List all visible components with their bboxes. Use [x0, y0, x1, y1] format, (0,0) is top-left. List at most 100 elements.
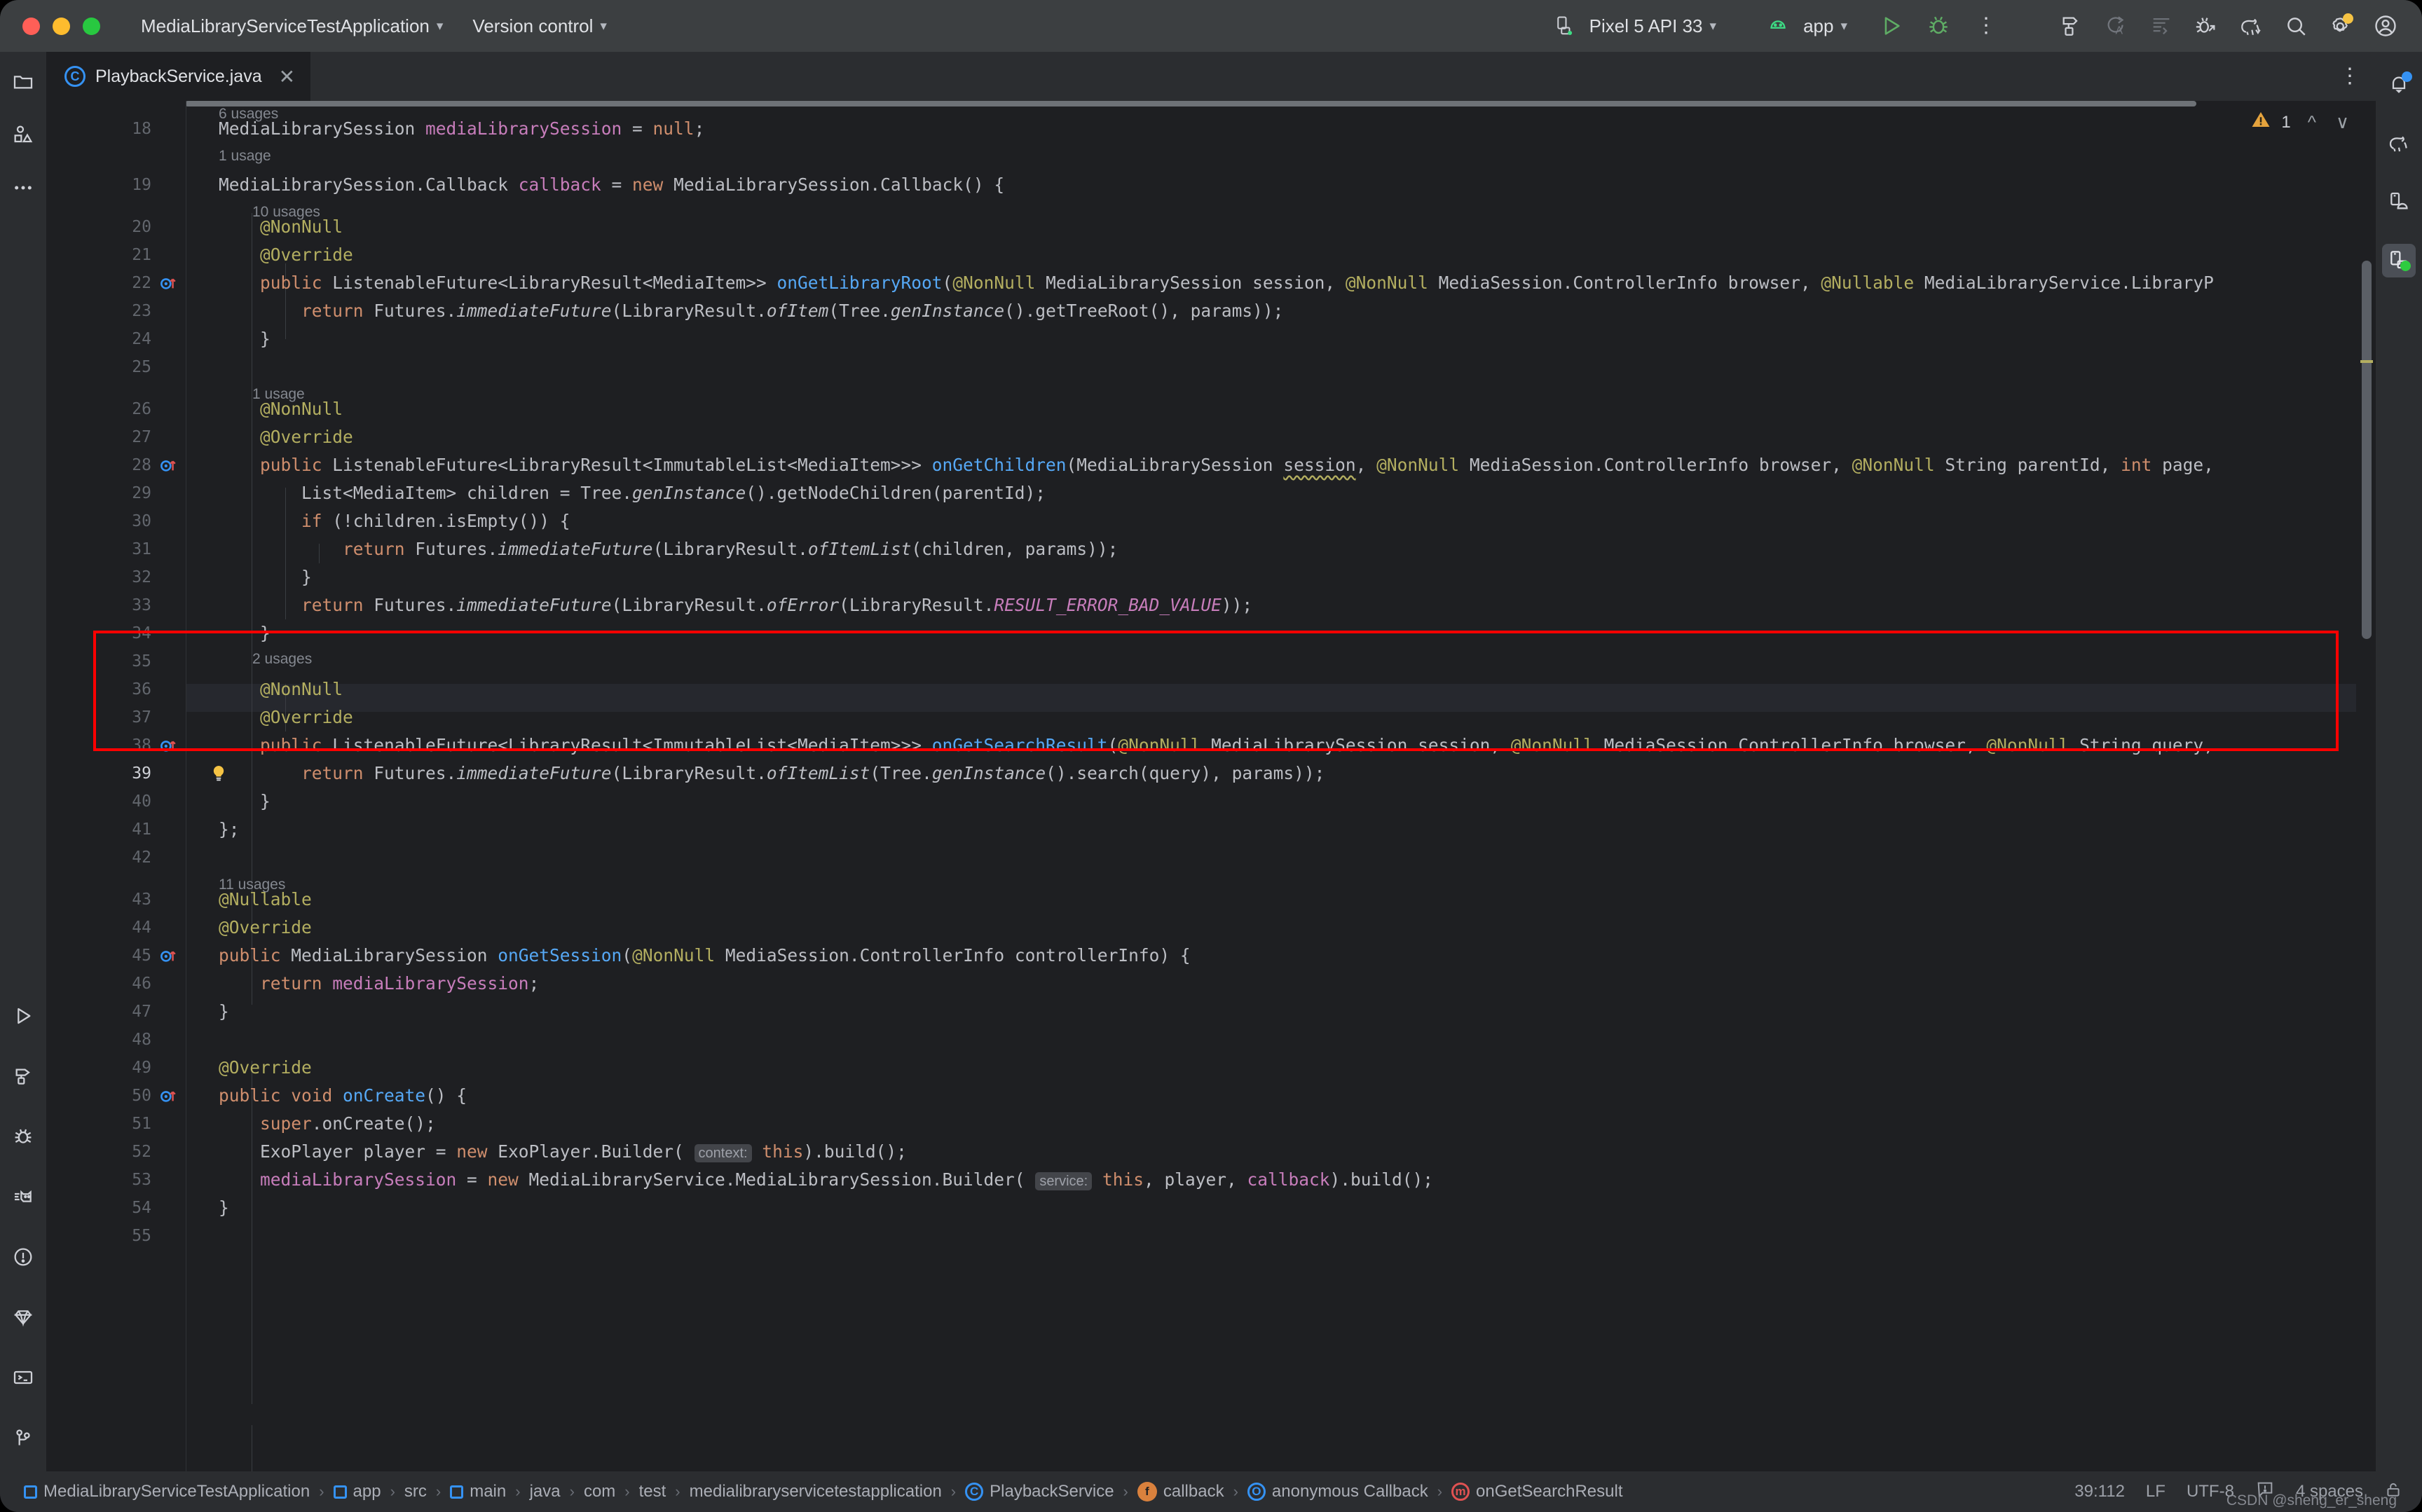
code-row-54[interactable]: 54 } [46, 1194, 2376, 1222]
breadcrumb-item-project[interactable]: MediaLibraryServiceTestApplication [20, 1482, 314, 1501]
code-row-21[interactable]: 21 @Override [46, 241, 2376, 269]
override-method-icon[interactable] [158, 948, 177, 966]
commit-shapes-icon[interactable] [6, 118, 40, 151]
more-dots-icon[interactable] [6, 171, 40, 205]
code-row-50[interactable]: 50 public void onCreate() { [46, 1082, 2376, 1110]
gradle-elephant-icon[interactable] [2382, 126, 2416, 160]
chevron-down-icon[interactable]: ∨ [2336, 111, 2349, 133]
code-row-20[interactable]: 20 @NonNull [46, 213, 2376, 241]
override-method-icon[interactable] [158, 458, 177, 476]
code-row-53[interactable]: 53 mediaLibrarySession = new MediaLibrar… [46, 1166, 2376, 1194]
project-selector[interactable]: MediaLibraryServiceTestApplication ▾ [131, 9, 453, 43]
code-row-36[interactable]: 36 @NonNull [46, 675, 2376, 703]
breadcrumb-item-field[interactable]: fcallback [1133, 1482, 1229, 1501]
running-devices-icon[interactable] [2382, 244, 2416, 277]
breadcrumb-item-class[interactable]: CPlaybackService [961, 1482, 1118, 1501]
warning-stripe-mark[interactable] [2360, 360, 2373, 363]
run-button[interactable] [1873, 8, 1909, 44]
code-row-31[interactable]: 31 return Futures.immediateFuture(Librar… [46, 535, 2376, 563]
settings-gear-icon[interactable] [2322, 8, 2359, 44]
code-row-48[interactable]: 48 [46, 1026, 2376, 1054]
debug-bug-icon[interactable] [6, 1120, 40, 1153]
breadcrumb-item-src[interactable]: src [400, 1482, 431, 1501]
more-vertical-icon[interactable]: ⋮ [2339, 70, 2360, 83]
breadcrumb-item-com[interactable]: com [580, 1482, 620, 1501]
line-separator[interactable]: LF [2146, 1482, 2166, 1501]
override-method-icon[interactable] [158, 1088, 177, 1106]
code-row-42[interactable]: 42 [46, 844, 2376, 872]
close-window-button[interactable] [22, 18, 40, 35]
close-icon[interactable]: ✕ [279, 65, 295, 88]
code-row-29[interactable]: 29 List<MediaItem> children = Tree.genIn… [46, 479, 2376, 507]
apply-code-changes-button[interactable] [2143, 8, 2180, 44]
code-row-25[interactable]: 25 [46, 353, 2376, 381]
usages-hint[interactable]: 1 usage [219, 144, 271, 168]
code-row-32[interactable]: 32 } [46, 563, 2376, 591]
gradle-sync-button[interactable] [2233, 8, 2269, 44]
code-row-55[interactable]: 55 [46, 1222, 2376, 1250]
usages-hint[interactable]: 2 usages [252, 647, 312, 671]
code-row-19[interactable]: 19 MediaLibrarySession.Callback callback… [46, 171, 2376, 199]
apply-changes-button[interactable]: A [2098, 8, 2135, 44]
minimize-window-button[interactable] [53, 18, 70, 35]
search-everywhere-button[interactable] [2278, 8, 2314, 44]
make-project-button[interactable] [2053, 8, 2090, 44]
logcat-cat-icon[interactable] [6, 1180, 40, 1214]
breadcrumb-item-main[interactable]: main [446, 1482, 510, 1501]
debug-button[interactable] [1920, 8, 1957, 44]
error-stripe[interactable] [2356, 101, 2376, 1471]
code-row-45[interactable]: 45 public MediaLibrarySession onGetSessi… [46, 942, 2376, 970]
notifications-bell-icon[interactable] [2382, 67, 2416, 101]
code-row-24[interactable]: 24 } [46, 325, 2376, 353]
override-method-icon[interactable] [158, 275, 177, 294]
override-method-icon[interactable] [158, 738, 177, 756]
run-play-icon[interactable] [6, 999, 40, 1033]
project-folder-icon[interactable] [6, 64, 40, 98]
vertical-scroll-thumb[interactable] [2362, 261, 2372, 639]
breadcrumb-item-java[interactable]: java [526, 1482, 565, 1501]
git-branch-icon[interactable] [6, 1421, 40, 1455]
code-row-34[interactable]: 34 } [46, 619, 2376, 647]
code-row-38[interactable]: 38 public ListenableFuture<LibraryResult… [46, 731, 2376, 760]
code-row-27[interactable]: 27 @Override [46, 423, 2376, 451]
device-manager-icon[interactable] [2382, 185, 2416, 219]
breadcrumb-item-method[interactable]: monGetSearchResult [1447, 1482, 1627, 1501]
code-row-40[interactable]: 40 } [46, 788, 2376, 816]
version-control-menu[interactable]: Version control ▾ [463, 9, 617, 43]
inspections-widget[interactable]: 1 ^ ∨ [2250, 109, 2349, 135]
build-hammer-icon[interactable] [6, 1059, 40, 1093]
zoom-window-button[interactable] [83, 18, 100, 35]
editor-tab-playbackservice[interactable]: C PlaybackService.java ✕ [46, 52, 310, 101]
code-row-49[interactable]: 49 @Override [46, 1054, 2376, 1082]
code-editor[interactable]: 6 usages 18 MediaLibrarySession mediaLib… [46, 101, 2376, 1471]
code-row-52[interactable]: 52 ExoPlayer player = new ExoPlayer.Buil… [46, 1138, 2376, 1166]
device-selector[interactable]: Pixel 5 API 33 ▾ [1536, 9, 1726, 43]
breadcrumb-item-test[interactable]: test [635, 1482, 671, 1501]
code-row-28[interactable]: 28 public ListenableFuture<LibraryResult… [46, 451, 2376, 479]
code-row-43[interactable]: 43 @Nullable [46, 886, 2376, 914]
code-row-44[interactable]: 44 @Override [46, 914, 2376, 942]
code-row-39[interactable]: 39 return Futures.immediateFuture(Librar… [46, 760, 2376, 788]
code-row-30[interactable]: 30 if (!children.isEmpty()) { [46, 507, 2376, 535]
window-controls[interactable] [0, 18, 100, 35]
code-row-33[interactable]: 33 return Futures.immediateFuture(Librar… [46, 591, 2376, 619]
code-row-18[interactable]: 18 MediaLibrarySession mediaLibrarySessi… [46, 115, 2376, 143]
code-row-51[interactable]: 51 super.onCreate(); [46, 1110, 2376, 1138]
code-row-47[interactable]: 47 } [46, 998, 2376, 1026]
breadcrumb-item-package[interactable]: medialibraryservicetestapplication [685, 1482, 946, 1501]
code-row-41[interactable]: 41 }; [46, 816, 2376, 844]
breadcrumb-item-app[interactable]: app [329, 1482, 385, 1501]
caret-position[interactable]: 39:112 [2074, 1482, 2125, 1501]
attach-debugger-button[interactable] [2188, 8, 2224, 44]
code-row-26[interactable]: 26 @NonNull [46, 395, 2376, 423]
chevron-up-icon[interactable]: ^ [2308, 111, 2316, 133]
breadcrumb-item-anonymous[interactable]: Oanonymous Callback [1243, 1482, 1432, 1501]
profiler-diamond-icon[interactable] [6, 1300, 40, 1334]
more-actions-button[interactable]: ⋮ [1968, 8, 2004, 44]
code-row-37[interactable]: 37 @Override [46, 703, 2376, 731]
terminal-icon[interactable] [6, 1361, 40, 1394]
problems-exclamation-icon[interactable] [6, 1240, 40, 1274]
run-configuration-selector[interactable]: app ▾ [1750, 9, 1857, 43]
account-avatar-icon[interactable] [2367, 8, 2404, 44]
code-row-22[interactable]: 22 public ListenableFuture<LibraryResult… [46, 269, 2376, 297]
